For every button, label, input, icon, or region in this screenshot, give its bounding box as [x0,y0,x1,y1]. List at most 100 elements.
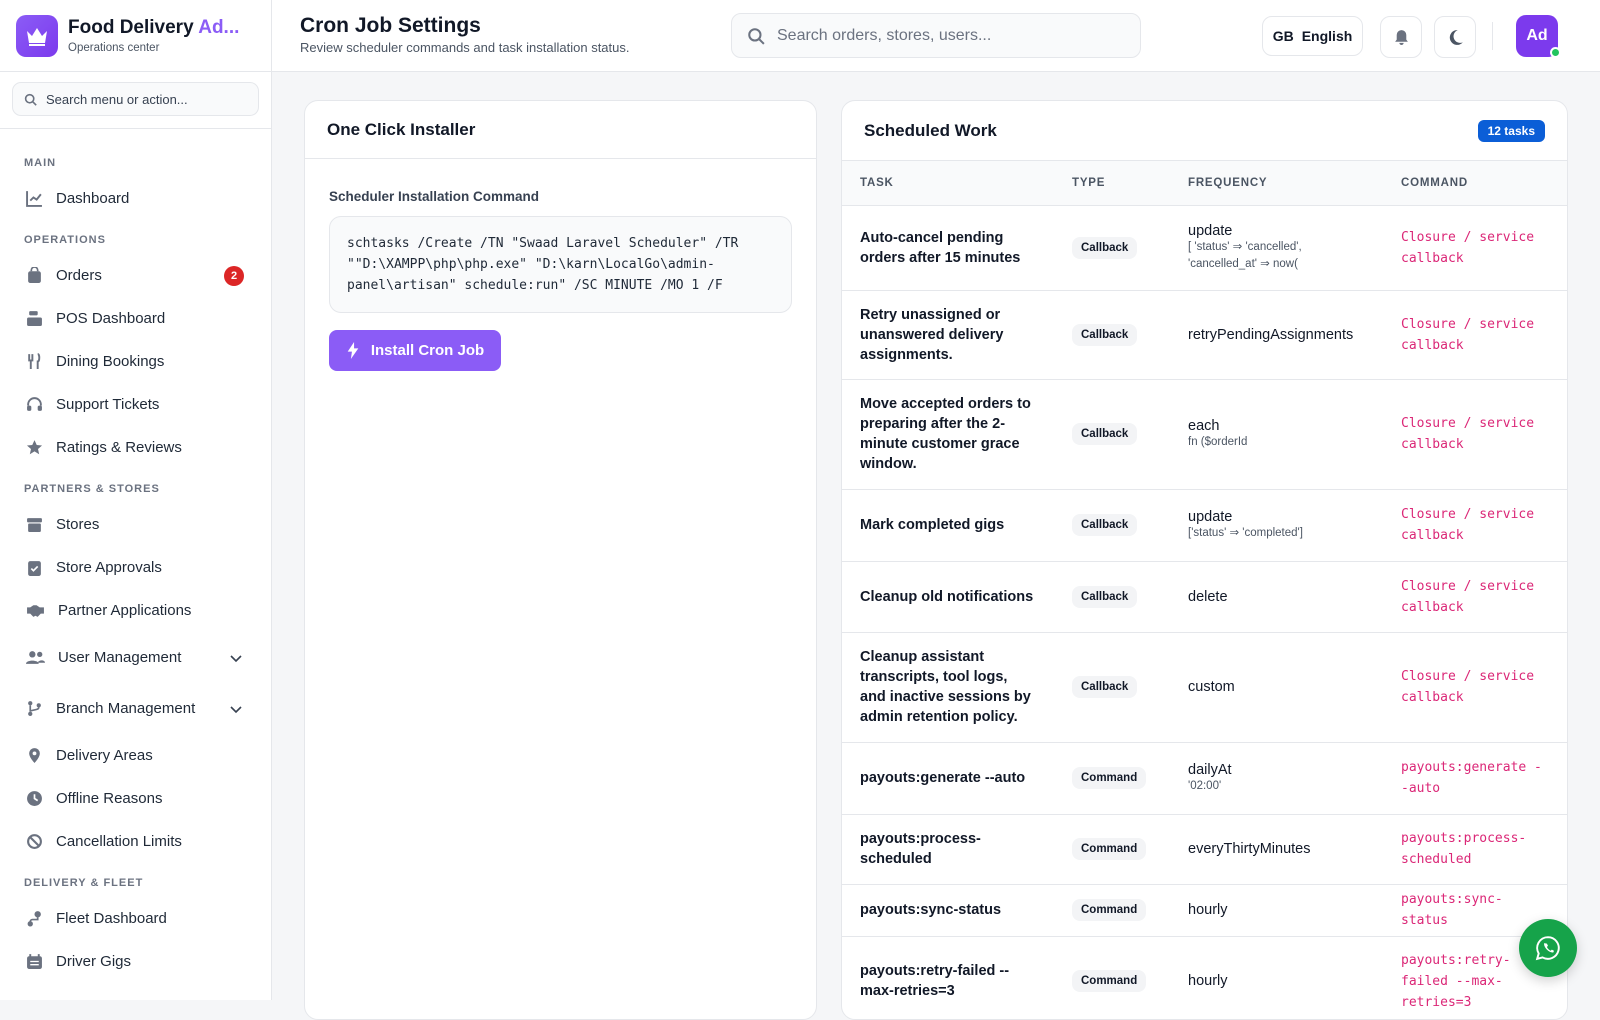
command-text: Closure / service callback [1401,507,1535,543]
type-badge: Callback [1072,585,1138,608]
sidebar-item-cancellation-limits[interactable]: Cancellation Limits [0,820,271,863]
install-cron-job-button[interactable]: Install Cron Job [329,330,501,371]
chevron-down-icon [230,654,242,662]
table-row: Cleanup old notifications Callback delet… [842,561,1567,633]
sidebar-item-offline-reasons[interactable]: Offline Reasons [0,777,271,820]
sidebar-item-driver-gigs[interactable]: Driver Gigs [0,940,271,983]
task-name: Move accepted orders to preparing after … [842,379,1054,490]
sidebar-item-delivery-areas[interactable]: Delivery Areas [0,734,271,777]
task-name: Cleanup old notifications [842,561,1054,633]
table-row: payouts:retry-failed --max-retries=3 Com… [842,936,1567,1019]
command-text: payouts:sync-status [1401,892,1503,928]
column-header-type: TYPE [1054,161,1170,206]
type-badge: Command [1072,970,1147,992]
task-name: Retry unassigned or unanswered delivery … [842,290,1054,380]
frequency-detail: ['status' ⇒ 'completed'] [1188,526,1303,539]
task-name: Auto-cancel pending orders after 15 minu… [842,205,1054,291]
type-badge: Callback [1072,236,1138,259]
sidebar-item-dining[interactable]: Dining Bookings [0,340,271,383]
sidebar-item-orders[interactable]: Orders 2 [0,254,271,297]
frequency: retryPendingAssignments [1188,326,1354,343]
task-name: payouts:sync-status [842,884,1054,937]
sidebar-item-support[interactable]: Support Tickets [0,383,271,426]
crown-logo-icon [16,14,58,57]
sidebar-item-pos[interactable]: POS Dashboard [0,297,271,340]
installer-command-label: Scheduler Installation Command [329,189,540,204]
notifications-button[interactable] [1380,16,1422,58]
frequency: custom [1188,679,1235,695]
sidebar-item-store-approvals[interactable]: Store Approvals [0,546,271,589]
avatar[interactable]: Ad [1516,15,1561,58]
users-icon [26,651,45,664]
global-search-input[interactable]: Search orders, stores, users... [731,13,1141,58]
page-title: Cron Job Settings [300,14,481,37]
frequency: hourly [1188,973,1228,989]
theme-toggle-button[interactable] [1434,16,1476,58]
table-row: payouts:process-scheduled Command everyT… [842,814,1567,885]
frequency: update [1188,222,1233,239]
type-badge: Command [1072,899,1147,921]
installer-command-text: schtasks /Create /TN "Swaad Laravel Sche… [329,216,792,313]
type-badge: Callback [1072,323,1138,346]
sidebar-item-partner-applications[interactable]: Partner Applications [0,589,271,632]
page-subtitle: Review scheduler commands and task insta… [300,40,630,55]
table-row: payouts:generate --auto Command dailyAt '… [842,742,1567,815]
type-badge: Callback [1072,676,1138,698]
column-header-task: TASK [842,161,1054,206]
task-name: payouts:generate --auto [842,742,1054,815]
section-fleet: DELIVERY & FLEET [24,877,144,889]
route-icon [27,911,41,927]
whatsapp-icon [1535,936,1560,961]
section-main: MAIN [24,157,57,169]
sidebar-item-branch-management[interactable]: Branch Management [0,683,271,734]
bag-icon [28,267,41,283]
table-row: payouts:sync-status Command hourly payou… [842,884,1567,937]
app-title: Food Delivery Ad... [68,17,240,38]
clipboard-check-icon [28,561,41,576]
scheduled-tasks-table: TASK TYPE FREQUENCY COMMAND Auto-cancel … [842,161,1567,1019]
type-badge: Callback [1072,423,1138,445]
scheduled-work-title: Scheduled Work [864,120,997,140]
table-row: Auto-cancel pending orders after 15 minu… [842,205,1567,291]
sidebar-item-fleet-dashboard[interactable]: Fleet Dashboard [0,897,271,940]
top-header: Cron Job Settings Review scheduler comma… [272,0,1600,72]
column-header-frequency: FREQUENCY [1170,161,1383,206]
frequency: update [1188,508,1233,525]
frequency: everyThirtyMinutes [1188,841,1311,857]
orders-count-badge: 2 [224,265,244,286]
headset-icon [27,397,42,411]
handshake-icon [27,605,44,617]
map-pin-icon [29,748,40,763]
bolt-icon [347,342,359,359]
sidebar-nav: MAIN Dashboard OPERATIONS Orders 2 POS D… [0,129,271,983]
chart-line-icon [26,191,42,207]
column-header-command: COMMAND [1383,161,1567,206]
store-icon [27,518,42,532]
table-row: Cleanup assistant transcripts, tool logs… [842,632,1567,743]
scheduled-work-card: Scheduled Work 12 tasks TASK TYPE FREQUE… [841,100,1568,1020]
sidebar-item-stores[interactable]: Stores [0,503,271,546]
sidebar-item-user-management[interactable]: User Management [0,632,271,683]
whatsapp-chat-button[interactable] [1519,919,1577,977]
sidebar-item-dashboard[interactable]: Dashboard [0,177,271,220]
utensils-icon [28,353,41,369]
language-selector[interactable]: GB English [1262,16,1363,56]
cash-register-icon [27,311,42,326]
command-text: Closure / service callback [1401,229,1535,266]
task-name: payouts:retry-failed --max-retries=3 [842,936,1054,1019]
command-text: Closure / service callback [1401,669,1535,705]
frequency-detail: fn ($orderId [1188,435,1248,448]
command-text: Closure / service callback [1401,416,1535,452]
brand: Food Delivery Ad... Operations center [0,0,271,72]
calendar-icon [27,954,42,969]
type-badge: Command [1072,767,1147,789]
table-row: Move accepted orders to preparing after … [842,379,1567,490]
sidebar-item-ratings[interactable]: Ratings & Reviews [0,426,271,469]
task-name: payouts:process-scheduled [842,814,1054,885]
star-icon [26,440,43,455]
table-row: Retry unassigned or unanswered delivery … [842,290,1567,380]
language-name: English [1301,28,1353,44]
search-icon [748,27,765,45]
installer-card-title: One Click Installer [305,101,816,159]
sidebar-search-input[interactable]: Search menu or action... [12,82,259,116]
